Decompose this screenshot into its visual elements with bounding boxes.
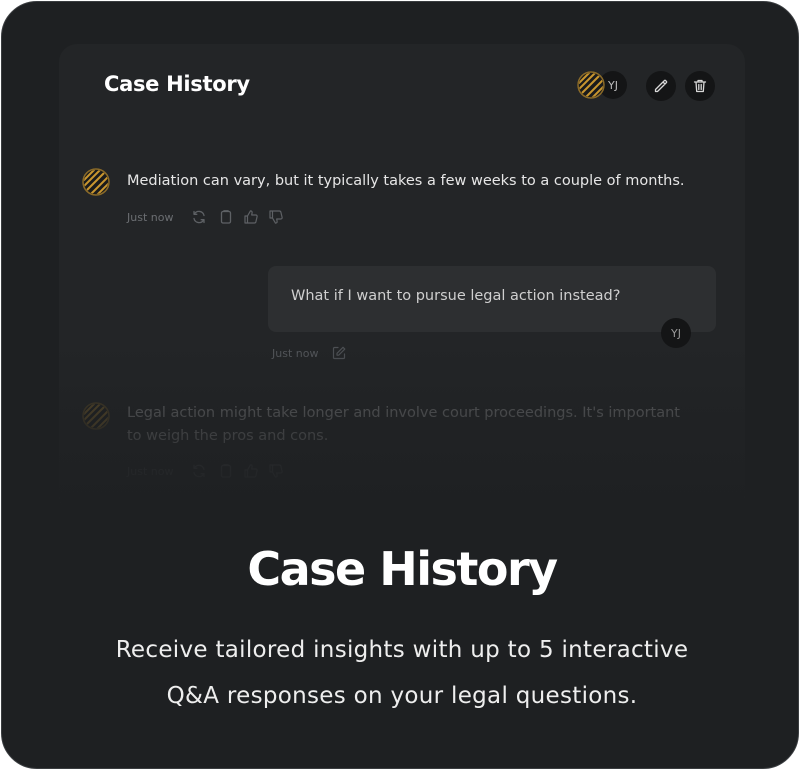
trash-icon — [692, 78, 708, 94]
regenerate-icon[interactable] — [191, 463, 207, 479]
edit-message-icon[interactable] — [331, 345, 347, 361]
chat-card: Case History YJ Mediation can vary, but … — [59, 44, 745, 514]
assistant-logo-icon — [82, 402, 110, 430]
copy-icon[interactable] — [218, 463, 234, 479]
edit-icon — [653, 78, 669, 94]
user-message-bubble: What if I want to pursue legal action in… — [268, 266, 716, 332]
message-text-line-1: Legal action might take longer and invol… — [127, 405, 680, 421]
user-avatar: YJ — [661, 318, 691, 348]
app-frame: Case History YJ Mediation can vary, but … — [1, 1, 799, 769]
thumbs-down-icon[interactable] — [268, 209, 284, 225]
message-timestamp: Just now — [272, 347, 319, 360]
thumbs-up-icon[interactable] — [243, 463, 259, 479]
assistant-logo-icon — [82, 168, 110, 196]
regenerate-icon[interactable] — [191, 209, 207, 225]
edit-button[interactable] — [646, 71, 676, 101]
hero-subtitle-line-2: Q&A responses on your legal questions. — [166, 683, 638, 709]
message-text: What if I want to pursue legal action in… — [291, 288, 621, 304]
delete-button[interactable] — [685, 71, 715, 101]
hero-subtitle-line-1: Receive tailored insights with up to 5 i… — [115, 637, 689, 663]
message-timestamp: Just now — [127, 211, 174, 224]
card-title: Case History — [104, 72, 250, 96]
message-text-line-2: to weigh the pros and cons. — [127, 428, 329, 444]
assistant-avatar-icon — [577, 71, 605, 99]
participants: YJ — [577, 71, 627, 103]
message-timestamp: Just now — [127, 465, 174, 478]
copy-icon[interactable] — [218, 209, 234, 225]
thumbs-up-icon[interactable] — [243, 209, 259, 225]
thumbs-down-icon[interactable] — [268, 463, 284, 479]
message-text: Mediation can vary, but it typically tak… — [127, 173, 685, 189]
hero-title: Case History — [247, 542, 558, 596]
